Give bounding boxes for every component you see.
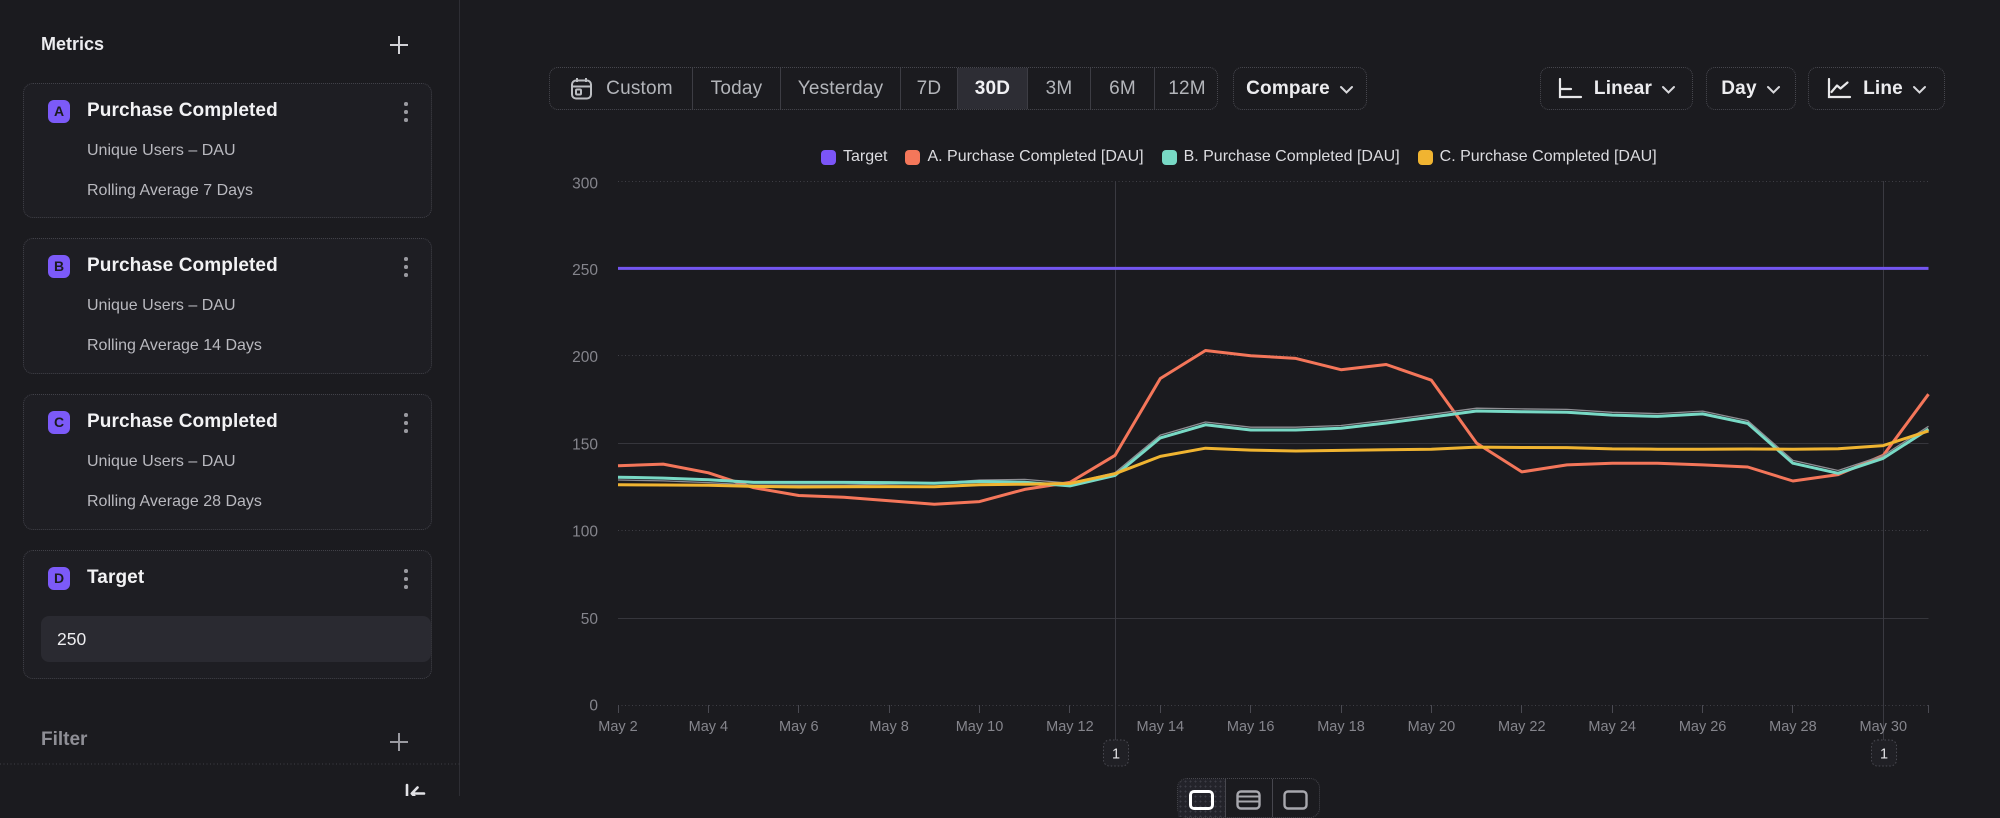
- svg-text:100: 100: [572, 524, 598, 541]
- svg-text:50: 50: [581, 611, 599, 628]
- svg-text:300: 300: [572, 176, 598, 193]
- svg-text:May 24: May 24: [1588, 719, 1636, 735]
- svg-text:1: 1: [1880, 747, 1888, 763]
- svg-text:May 8: May 8: [869, 719, 909, 735]
- svg-text:1: 1: [1112, 747, 1120, 763]
- svg-text:250: 250: [572, 262, 598, 279]
- svg-text:May 12: May 12: [1046, 719, 1094, 735]
- svg-text:May 4: May 4: [689, 719, 729, 735]
- svg-text:May 28: May 28: [1769, 719, 1817, 735]
- svg-text:May 30: May 30: [1860, 719, 1908, 735]
- svg-text:May 6: May 6: [779, 719, 819, 735]
- svg-text:May 26: May 26: [1679, 719, 1727, 735]
- svg-text:May 22: May 22: [1498, 719, 1546, 735]
- svg-text:May 16: May 16: [1227, 719, 1275, 735]
- svg-text:0: 0: [589, 698, 598, 715]
- svg-text:200: 200: [572, 349, 598, 366]
- svg-text:May 18: May 18: [1317, 719, 1365, 735]
- svg-text:150: 150: [572, 437, 598, 454]
- svg-text:May 14: May 14: [1137, 719, 1185, 735]
- svg-text:May 20: May 20: [1408, 719, 1456, 735]
- svg-text:May 2: May 2: [598, 719, 638, 735]
- svg-text:May 10: May 10: [956, 719, 1004, 735]
